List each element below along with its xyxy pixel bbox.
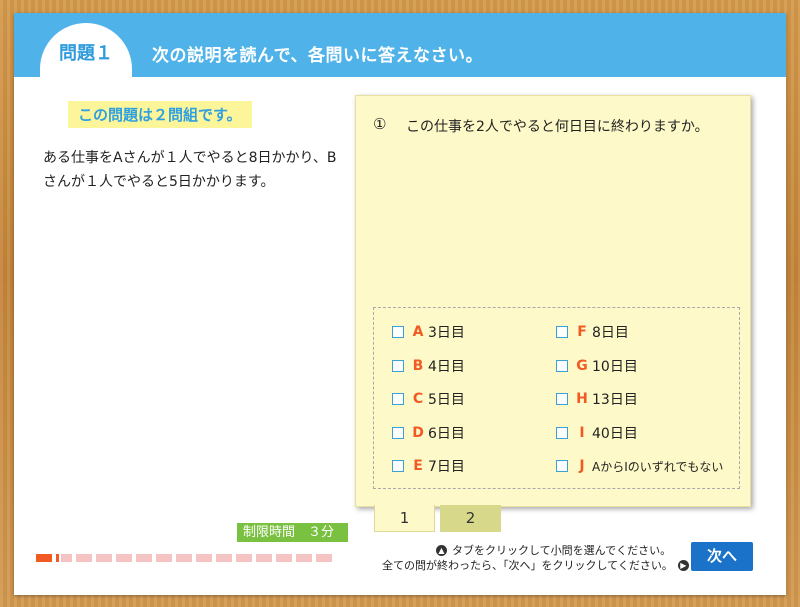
hint-next-text: 全ての問が終わったら、「次へ」をクリックしてください。 xyxy=(382,559,673,572)
progress-segment xyxy=(296,554,312,562)
arrow-right-icon: ▶ xyxy=(677,559,689,571)
choice-text: 7日目 xyxy=(428,459,465,475)
progress-segment xyxy=(256,554,272,562)
progress-segment xyxy=(56,554,72,562)
checkbox[interactable] xyxy=(556,326,568,338)
choice-text: 10日目 xyxy=(592,359,638,375)
choice-letter: F xyxy=(577,324,587,340)
choice-text: 4日目 xyxy=(428,359,465,375)
choice-letter: D xyxy=(412,425,424,441)
checkbox[interactable] xyxy=(392,427,404,439)
choice-c[interactable]: C 5日目 xyxy=(392,389,465,409)
progress-segment xyxy=(96,554,112,562)
checkbox[interactable] xyxy=(556,460,568,472)
next-button[interactable]: 次へ xyxy=(691,542,753,571)
choice-text: AからIのいずれでもない xyxy=(592,459,724,474)
choice-text: 40日目 xyxy=(592,426,638,442)
tab-question-2[interactable]: 2 xyxy=(440,505,501,532)
pair-badge: この問題は２問組です。 xyxy=(68,101,252,128)
time-limit-label: 制限時間 ３分 xyxy=(237,523,348,542)
choice-f[interactable]: F 8日目 xyxy=(556,322,629,342)
choice-e[interactable]: E 7日目 xyxy=(392,456,465,476)
question-text: この仕事を2人でやると何日目に終わりますか。 xyxy=(406,119,709,135)
choice-letter: H xyxy=(576,391,588,407)
choice-letter: G xyxy=(576,358,588,374)
progress-segment xyxy=(116,554,132,562)
choice-h[interactable]: H 13日目 xyxy=(556,389,638,409)
progress-segment xyxy=(216,554,232,562)
hint-next: 全ての問が終わったら、「次へ」をクリックしてください。 ▶ xyxy=(382,557,689,573)
progress-segment xyxy=(136,554,152,562)
choice-list: A 3日目 B 4日目 C 5日目 D 6日目 E 7日目 F 8日目 G 10… xyxy=(373,307,740,489)
choice-b[interactable]: B 4日目 xyxy=(392,356,465,376)
header-title: 次の説明を読んで、各問いに答えなさい。 xyxy=(152,46,483,66)
choice-i[interactable]: I 40日目 xyxy=(556,423,638,443)
choice-text: 3日目 xyxy=(428,325,465,341)
question-panel: ① この仕事を2人でやると何日目に終わりますか。 A 3日目 B 4日目 C 5… xyxy=(355,95,751,507)
choice-d[interactable]: D 6日目 xyxy=(392,423,465,443)
problem-text: ある仕事をAさんが１人でやると8日かかり、Bさんが１人でやると5日かかります。 xyxy=(43,150,337,190)
choice-letter: I xyxy=(579,425,585,441)
choice-letter: E xyxy=(413,458,423,474)
hint-select-tab: ▲ タブをクリックして小問を選んでください。 xyxy=(436,542,671,558)
checkbox[interactable] xyxy=(392,326,404,338)
checkbox[interactable] xyxy=(392,360,404,372)
choice-letter: J xyxy=(579,458,585,474)
progress-segment xyxy=(76,554,92,562)
tab-question-1[interactable]: 1 xyxy=(374,505,435,532)
progress-segment xyxy=(196,554,212,562)
checkbox[interactable] xyxy=(392,460,404,472)
choice-text: 8日目 xyxy=(592,325,629,341)
choice-j[interactable]: J AからIのいずれでもない xyxy=(556,456,723,476)
question-number: ① xyxy=(373,115,387,133)
checkbox[interactable] xyxy=(392,393,404,405)
choice-text: 6日目 xyxy=(428,426,465,442)
test-board: 問題１ 次の説明を読んで、各問いに答えなさい。 この問題は２問組です。 ある仕事… xyxy=(14,13,786,595)
question-tab-label: 問題１ xyxy=(59,43,113,64)
progress-segment xyxy=(176,554,192,562)
arrow-up-icon: ▲ xyxy=(436,544,447,556)
checkbox[interactable] xyxy=(556,360,568,372)
progress-bar xyxy=(36,554,336,562)
progress-segment xyxy=(236,554,252,562)
checkbox[interactable] xyxy=(556,427,568,439)
choice-letter: C xyxy=(412,391,424,407)
hint-select-tab-text: タブをクリックして小問を選んでください。 xyxy=(452,544,672,557)
choice-letter: B xyxy=(412,358,424,374)
progress-segment xyxy=(36,554,52,562)
progress-segment xyxy=(156,554,172,562)
choice-text: 5日目 xyxy=(428,392,465,408)
progress-segment xyxy=(316,554,332,562)
progress-segment xyxy=(276,554,292,562)
choice-g[interactable]: G 10日目 xyxy=(556,356,638,376)
choice-text: 13日目 xyxy=(592,392,638,408)
checkbox[interactable] xyxy=(556,393,568,405)
choice-a[interactable]: A 3日目 xyxy=(392,322,465,342)
choice-letter: A xyxy=(412,324,424,340)
